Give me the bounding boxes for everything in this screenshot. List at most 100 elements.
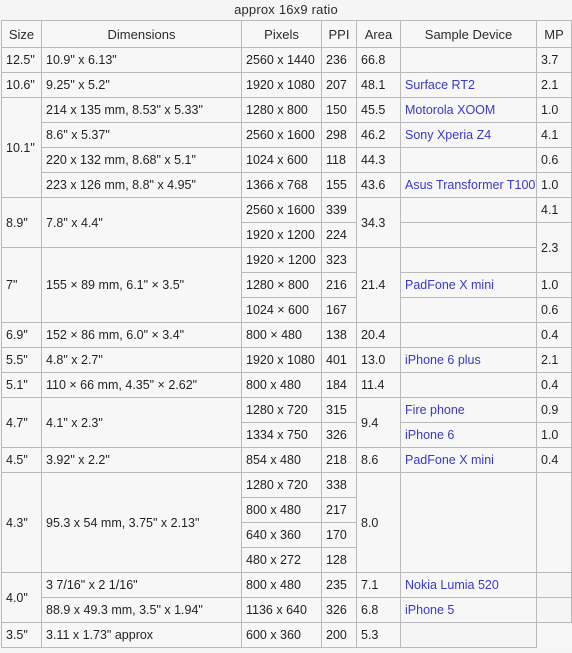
cell-ppi: 155 [321, 172, 357, 198]
cell-pixels: 1920 x 1200 [241, 222, 322, 248]
header-size: Size [1, 20, 42, 48]
cell-area: 6.8 [356, 597, 401, 623]
cell-sample-device-empty [400, 297, 537, 323]
cell-ppi: 315 [321, 397, 357, 423]
cell-dimensions: 3.11 x 1.73" approx [41, 622, 242, 648]
cell-sample-device-empty [400, 322, 537, 348]
cell-dimensions: 155 × 89 mm, 6.1" × 3.5" [41, 247, 242, 323]
cell-pixels: 480 x 272 [241, 547, 322, 573]
cell-dimensions: 95.3 x 54 mm, 3.75" x 2.13" [41, 472, 242, 573]
table-row: 8.6" x 5.37" 2560 x 1600 298 46.2 Sony Xperi… [2, 122, 572, 148]
table-header-row: Size Dimensions Pixels PPI Area Sample D… [1, 20, 572, 48]
cell-size: 3.5" [1, 622, 42, 648]
cell-pixels: 1334 x 750 [241, 422, 322, 448]
table-row: 223 x 126 mm, 8.8" x 4.95" 1366 x 768 155 4… [2, 172, 572, 198]
cell-dimensions: 7.8" x 4.4" [41, 197, 242, 248]
cell-size: 12.5" [1, 47, 42, 73]
cell-size: 10.1" [1, 97, 42, 198]
cell-mp: 0.4 [536, 322, 572, 348]
header-pixels: Pixels [241, 20, 322, 48]
cell-dimensions: 3 7/16" x 2 1/16" [41, 572, 242, 598]
cell-pixels: 600 x 360 [241, 622, 322, 648]
cell-mp: 0.6 [536, 297, 572, 323]
cell-ppi: 118 [321, 147, 357, 173]
cell-size: 8.9" [1, 197, 42, 248]
table-row: 220 x 132 mm, 8.68" x 5.1" 1024 x 600 118 4… [2, 147, 572, 173]
cell-mp: 1.0 [536, 97, 572, 123]
cell-sample-device[interactable]: iPhone 6 plus [400, 347, 537, 373]
table-row: 4.5" 3.92" x 2.2" 854 x 480 218 8.6 PadFone X… [1, 447, 572, 473]
cell-size: 5.5" [1, 347, 42, 373]
cell-mp: 1.0 [536, 422, 572, 448]
cell-dimensions: 3.92" x 2.2" [41, 447, 242, 473]
cell-dimensions: 214 x 135 mm, 8.53" x 5.33" [41, 97, 242, 123]
cell-pixels: 800 × 480 [241, 322, 322, 348]
cell-area: 11.4 [356, 372, 401, 398]
table-row: 5.1" 110 × 66 mm, 4.35" × 2.62" 800 x 480 1… [1, 372, 572, 398]
cell-mp: 1.0 [536, 272, 572, 298]
cell-area: 34.3 [356, 197, 401, 248]
cell-sample-device[interactable]: PadFone X mini [400, 272, 537, 298]
cell-pixels: 800 x 480 [241, 572, 322, 598]
cell-ppi: 298 [321, 122, 357, 148]
cell-sample-device[interactable]: Nokia Lumia 520 [400, 572, 537, 598]
table-caption: approx 16x9 ratio [234, 2, 338, 17]
cell-ppi: 224 [321, 222, 357, 248]
cell-dimensions: 4.8" x 2.7" [41, 347, 242, 373]
cell-dimensions: 152 × 86 mm, 6.0" × 3.4" [41, 322, 242, 348]
header-area: Area [356, 20, 401, 48]
cell-pixels: 640 x 360 [241, 522, 322, 548]
cell-mp: 0.6 [536, 147, 572, 173]
table-row: 10.6" 9.25" x 5.2" 1920 x 1080 207 48.1 Surfa… [1, 72, 572, 98]
table-row: 88.9 x 49.3 mm, 3.5" x 1.94" 1136 x 640 32… [2, 597, 572, 623]
table-row: 4.0" 3 7/16" x 2 1/16" 800 x 480 235 7.1 Noki… [1, 572, 572, 623]
cell-area: 9.4 [356, 397, 401, 448]
cell-pixels: 2560 x 1600 [241, 197, 322, 223]
cell-sample-device[interactable]: Asus Transformer T100TA [400, 172, 537, 198]
cell-size: 10.6" [1, 72, 42, 98]
cell-area: 5.3 [356, 622, 401, 648]
cell-sample-device-empty [400, 247, 537, 273]
cell-ppi: 207 [321, 72, 357, 98]
cell-pixels: 1920 × 1200 [241, 247, 322, 273]
cell-pixels: 1366 x 768 [241, 172, 322, 198]
cell-dimensions: 4.1" x 2.3" [41, 397, 242, 448]
cell-size: 7" [1, 247, 42, 323]
cell-sample-device[interactable]: Surface RT2 [400, 72, 537, 98]
cell-mp: 0.4 [536, 447, 572, 473]
cell-area: 21.4 [356, 247, 401, 323]
cell-pixels: 2560 x 1440 [241, 47, 322, 73]
cell-mp: 0.9 [536, 397, 572, 423]
cell-ppi: 184 [321, 372, 357, 398]
header-ppi: PPI [321, 20, 357, 48]
cell-pixels: 2560 x 1600 [241, 122, 322, 148]
cell-sample-device[interactable]: Motorola XOOM [400, 97, 537, 123]
cell-sample-device[interactable]: Sony Xperia Z4 [400, 122, 537, 148]
cell-pixels: 1136 x 640 [241, 597, 322, 623]
cell-sample-device[interactable]: iPhone 6 [400, 422, 537, 448]
cell-ppi: 326 [321, 422, 357, 448]
cell-pixels: 1024 x 600 [241, 147, 322, 173]
table-body: 12.5" 10.9" x 6.13" 2560 x 1440 236 66.8 3.7 1… [1, 47, 572, 648]
cell-dimensions: 10.9" x 6.13" [41, 47, 242, 73]
cell-mp: 2.3 [536, 222, 572, 273]
cell-dimensions: 88.9 x 49.3 mm, 3.5" x 1.94" [41, 597, 242, 623]
table-row: 5.5" 4.8" x 2.7" 1920 x 1080 401 13.0 iPhone … [1, 347, 572, 373]
cell-mp-absent [536, 572, 572, 598]
cell-sample-device[interactable]: PadFone X mini [400, 447, 537, 473]
cell-ppi: 167 [321, 297, 357, 323]
cell-pixels: 1280 x 720 [241, 472, 322, 498]
cell-sample-device-empty [400, 147, 537, 173]
header-sample-device: Sample Device [400, 20, 537, 48]
cell-sample-device[interactable]: Fire phone [400, 397, 537, 423]
cell-ppi: 236 [321, 47, 357, 73]
cell-mp: 0.4 [536, 372, 572, 398]
cell-pixels: 1920 x 1080 [241, 72, 322, 98]
table-row: 7" 155 × 89 mm, 6.1" × 3.5" 1920 × 1200 323… [1, 247, 572, 323]
cell-dimensions: 220 x 132 mm, 8.68" x 5.1" [41, 147, 242, 173]
cell-pixels: 1280 x 720 [241, 397, 322, 423]
cell-size: 4.5" [1, 447, 42, 473]
table-row: 6.9" 152 × 86 mm, 6.0" × 3.4" 800 × 480 138… [1, 322, 572, 348]
cell-pixels: 800 x 480 [241, 497, 322, 523]
cell-sample-device[interactable]: iPhone 5 [400, 597, 537, 623]
